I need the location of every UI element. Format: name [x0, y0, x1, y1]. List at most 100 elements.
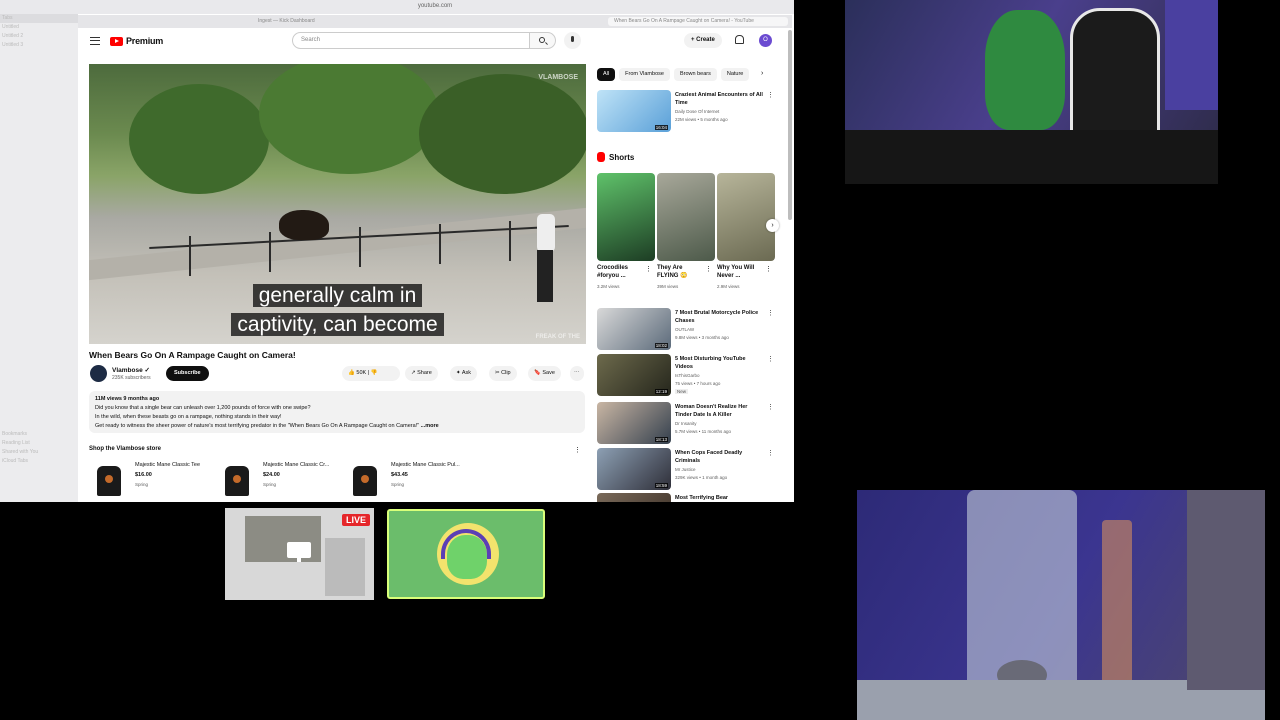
more-options-icon[interactable]: ⋮ — [767, 309, 774, 317]
chip-brown-bears[interactable]: Brown bears — [673, 68, 717, 81]
like-button[interactable]: 👍 50K | 👎 — [342, 366, 400, 381]
save-button[interactable]: 🔖 Save — [528, 366, 561, 381]
scene-tree — [419, 74, 586, 194]
address-bar[interactable]: youtube.com — [360, 1, 510, 12]
reco-title: Most Terrifying Bear — [675, 495, 729, 501]
account-avatar[interactable]: O — [759, 34, 772, 47]
more-options-icon[interactable]: ⋮ — [645, 265, 652, 273]
clip-button[interactable]: ✂ Clip — [489, 366, 517, 381]
reco-views: 329K views • 1 month ago — [675, 475, 728, 480]
sidebar-item[interactable]: Tabs — [0, 14, 78, 23]
channel-name[interactable]: Vlambose ✓ — [112, 366, 150, 374]
shorts-next-button[interactable]: › — [766, 219, 779, 232]
webcam-room — [845, 0, 1218, 184]
source-watermark: FREAK OF THE — [535, 334, 580, 340]
reco-channel: Mr Justice — [675, 467, 696, 472]
youtube-logo[interactable]: Premium — [110, 36, 163, 46]
clip-label: Clip — [501, 370, 511, 376]
more-options-icon[interactable]: ⋮ — [767, 403, 774, 411]
sidebar-item[interactable]: Untitled 2 — [0, 32, 78, 41]
scrollbar[interactable] — [788, 30, 792, 220]
more-link[interactable]: ...more — [421, 423, 439, 429]
search-button[interactable] — [530, 32, 556, 49]
product-image — [89, 462, 129, 500]
shorts-header: Shorts — [597, 152, 634, 162]
product-image — [217, 462, 257, 500]
youtube-play-icon — [110, 36, 123, 46]
more-options-icon[interactable]: ⋮ — [705, 265, 712, 273]
subscribe-button[interactable]: Subscribe — [166, 366, 209, 381]
recommended-video[interactable]: 12:19 5 Most Disturbing YouTube Videos I… — [597, 354, 777, 398]
live-scene-preview[interactable]: LIVE — [225, 508, 374, 600]
channel-watermark: VLAMBOSE — [538, 74, 578, 81]
video-thumbnail: 18:13 — [597, 402, 671, 444]
microphone-icon[interactable] — [564, 32, 581, 49]
scene-bear — [279, 210, 329, 240]
menu-icon[interactable] — [90, 37, 100, 45]
short-thumbnail[interactable] — [657, 173, 715, 261]
tab-youtube[interactable]: When Bears Go On A Rampage Caught on Cam… — [608, 17, 788, 26]
sidebar-item[interactable]: Untitled 3 — [0, 41, 78, 50]
reco-channel: OUTLAW — [675, 327, 695, 332]
sidebar-item[interactable]: Untitled — [0, 23, 78, 32]
more-actions-icon[interactable]: ⋯ — [570, 366, 584, 381]
recommended-video[interactable]: 18:13 Woman Doesn't Realize Her Tinder D… — [597, 402, 777, 446]
view-count: 11M views 9 months ago — [95, 396, 160, 402]
tab-kick-dashboard[interactable]: Ingest — Kick Dashboard — [258, 17, 315, 26]
description-box[interactable]: 11M views 9 months ago Did you know that… — [89, 391, 585, 433]
reco-title: Woman Doesn't Realize Her Tinder Date Is… — [675, 404, 748, 418]
description-line: Get ready to witness the sheer power of … — [95, 423, 420, 429]
store-menu-icon[interactable]: ⋮ — [574, 446, 581, 454]
sidebar-item[interactable]: Reading List — [0, 439, 78, 448]
recommended-video[interactable]: 16:04 Craziest Animal Encounters of All … — [597, 90, 777, 134]
recommended-video[interactable]: 18:59 When Cops Faced Deadly Criminals M… — [597, 448, 777, 492]
scene-post — [189, 236, 191, 276]
short-thumbnail[interactable] — [597, 173, 655, 261]
short-thumbnail[interactable] — [717, 173, 775, 261]
product-price: $24.00 — [263, 472, 280, 478]
share-button[interactable]: ↗ Share — [405, 366, 438, 381]
shorts-icon — [597, 152, 605, 162]
store-product[interactable]: Majestic Mane Classic Pul... $43.45 Spri… — [345, 460, 465, 500]
search-input[interactable]: Search — [292, 32, 530, 49]
create-button[interactable]: + Create — [684, 33, 722, 48]
duration-badge: 18:02 — [654, 343, 668, 348]
shorts-heading: Shorts — [609, 152, 635, 162]
search-icon — [539, 37, 545, 43]
channel-avatar[interactable] — [90, 365, 107, 382]
avatar-scene-preview[interactable] — [387, 509, 545, 599]
more-options-icon[interactable]: ⋮ — [767, 91, 774, 99]
chip-all[interactable]: All — [597, 68, 616, 81]
short-title: Why You Will Never ... — [717, 265, 755, 279]
green-figure — [985, 10, 1065, 130]
product-vendor: Spring — [391, 482, 405, 487]
reco-title: 7 Most Brutal Motorcycle Police Chases — [675, 310, 759, 324]
notifications-icon[interactable] — [735, 35, 744, 44]
product-image — [345, 462, 385, 500]
store-product[interactable]: Majestic Mane Classic Tee $16.00 Spring — [89, 460, 209, 500]
chip-from-channel[interactable]: From Vlambose — [619, 68, 670, 81]
reco-channel: Daily Dose Of Internet — [675, 109, 720, 114]
product-name: Majestic Mane Classic Pul... — [391, 462, 460, 468]
chevron-right-icon[interactable]: › — [761, 70, 763, 77]
recommended-video[interactable]: Most Terrifying Bear — [597, 493, 777, 502]
more-options-icon[interactable]: ⋮ — [765, 265, 772, 273]
more-options-icon[interactable]: ⋮ — [767, 355, 774, 363]
sidebar-item[interactable]: iCloud Tabs — [0, 457, 78, 466]
description-line: Did you know that a single bear can unle… — [95, 405, 311, 411]
scene-post — [359, 227, 361, 267]
chip-nature[interactable]: Nature — [720, 68, 750, 81]
browser-toolbar: youtube.com — [0, 0, 794, 14]
reco-views: 5.7M views • 11 months ago — [675, 429, 732, 434]
store-product[interactable]: Majestic Mane Classic Cr... $24.00 Sprin… — [217, 460, 337, 500]
sidebar-item[interactable]: Bookmarks — [0, 430, 78, 439]
recommended-video[interactable]: 18:02 7 Most Brutal Motorcycle Police Ch… — [597, 308, 777, 352]
video-player[interactable]: VLAMBOSE generally calm in captivity, ca… — [89, 64, 586, 344]
more-options-icon[interactable]: ⋮ — [767, 449, 774, 457]
sidebar-item[interactable]: Shared with You — [0, 448, 78, 457]
ask-button[interactable]: ✦ Ask — [450, 366, 478, 381]
product-price: $16.00 — [135, 472, 152, 478]
scene-tree — [259, 64, 439, 174]
product-vendor: Spring — [263, 482, 277, 487]
scene-tree — [129, 84, 269, 194]
